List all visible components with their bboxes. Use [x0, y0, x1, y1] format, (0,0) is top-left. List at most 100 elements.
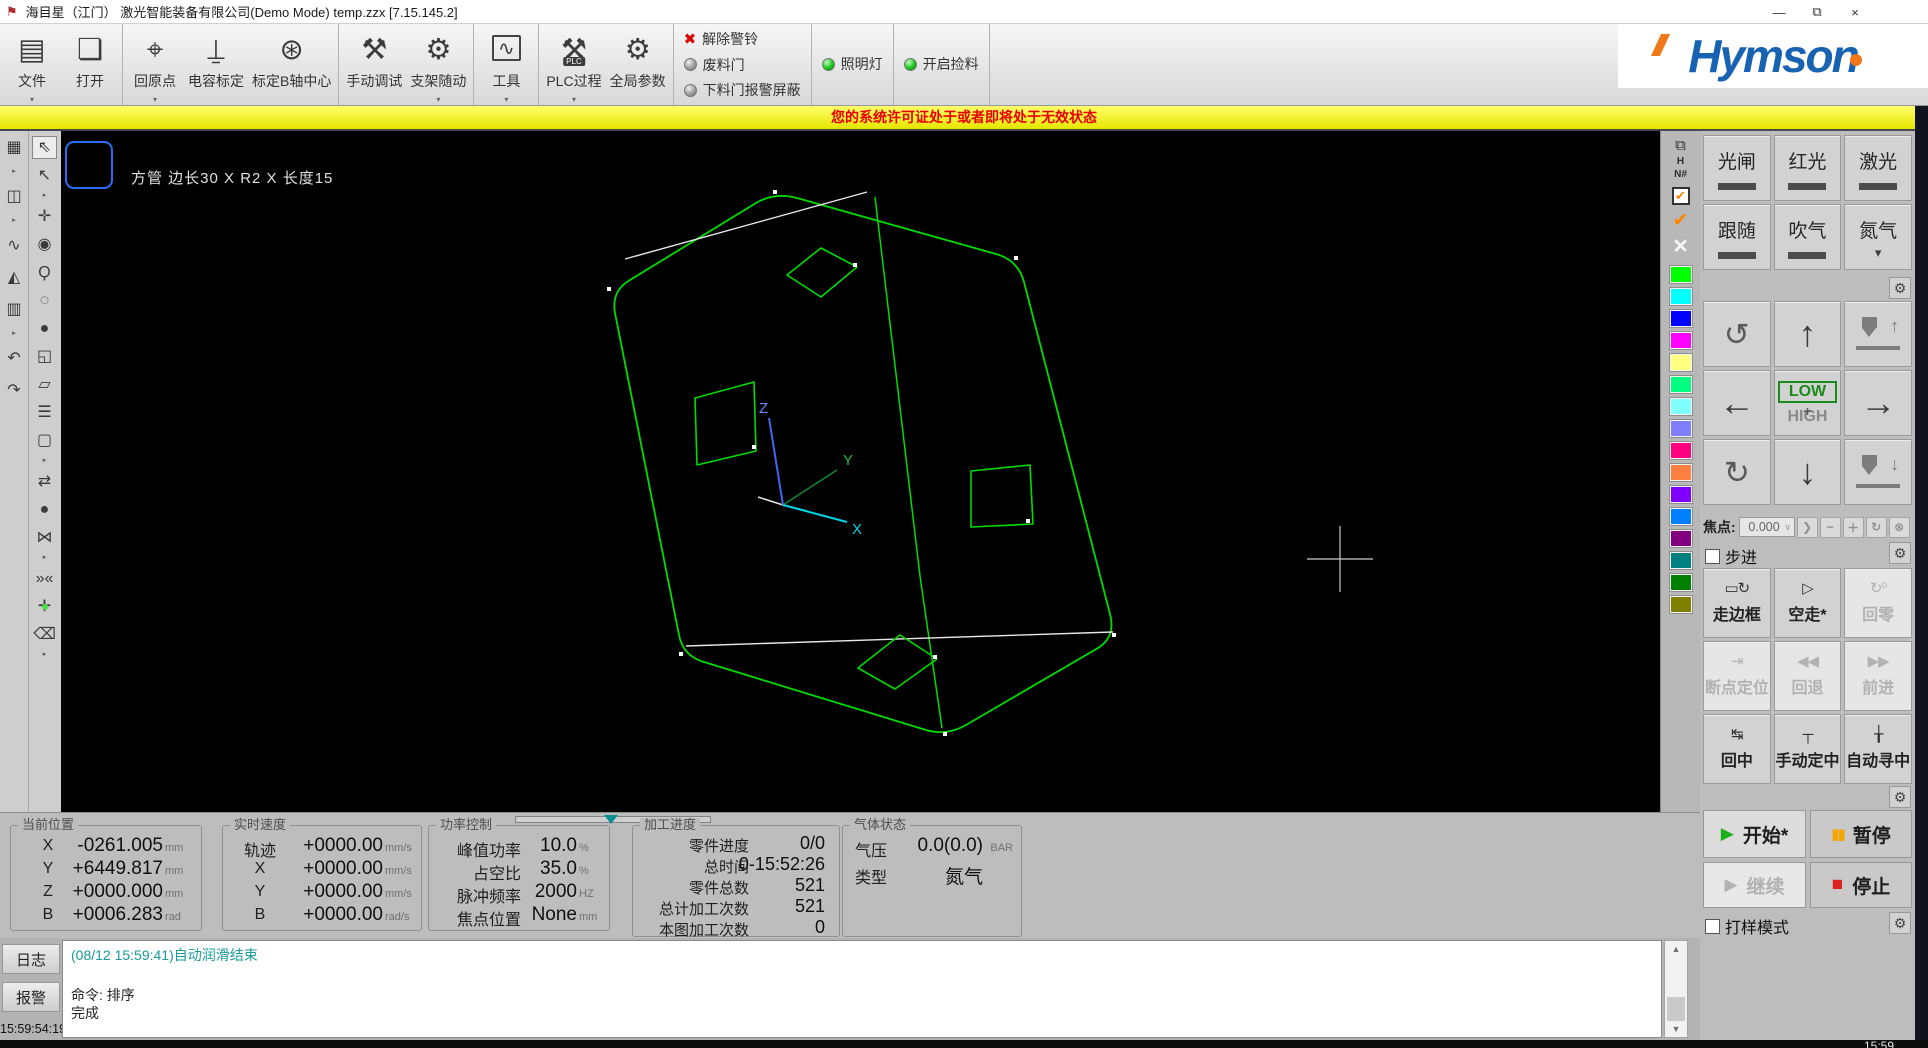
waste-door-toggle[interactable]: 废料门 [684, 55, 801, 75]
step-back-button[interactable]: ◀◀ 回退 [1774, 641, 1842, 711]
breakpoint-locate-button[interactable]: ⇥ 断点定位 [1703, 641, 1771, 711]
b-axis-center-button[interactable]: ⊛ 标定B轴中心 [252, 27, 331, 101]
manual-debug-button[interactable]: ⚒ 手动调试 [346, 27, 402, 101]
tools-button[interactable]: ∿ 工具 ▾ [481, 27, 531, 101]
color-swatch[interactable] [1670, 376, 1692, 393]
sort-n-icon[interactable]: N# [1674, 168, 1687, 181]
tool-sequence-frame[interactable]: ▱ [32, 373, 57, 396]
tool-caret[interactable]: ▸ [43, 651, 47, 659]
tool-pattern-grid[interactable]: ▦ [2, 136, 27, 159]
jog-z-up-button[interactable]: ↑ [1844, 301, 1912, 367]
tool-select[interactable]: ⇖ [32, 136, 57, 159]
jog-rotate-plus-button[interactable]: ↺ + [1703, 301, 1771, 367]
tool-mirror[interactable]: ⋈ [32, 526, 57, 549]
tool-circle-filled[interactable]: ● [32, 317, 57, 340]
tool-caret[interactable]: ▸ [43, 457, 47, 465]
manual-center-button[interactable]: ┬ 手动定中 [1774, 714, 1842, 784]
red-light-toggle-button[interactable]: 红光 [1774, 135, 1842, 201]
tool-caret[interactable]: ▸ [43, 554, 47, 562]
tool-caret[interactable]: ▸ [12, 330, 16, 338]
tool-view-3d[interactable]: ◫ [2, 185, 27, 208]
step-forward-button[interactable]: ▶▶ 前进 [1844, 641, 1912, 711]
sample-mode-checkbox[interactable] [1705, 919, 1720, 934]
tool-fit-view[interactable]: ◱ [32, 345, 57, 368]
dismiss-alarm-toggle[interactable]: ✖ 解除警铃 [684, 29, 801, 49]
tool-zoom[interactable]: Ϙ [32, 261, 57, 284]
tool-measure[interactable]: ▥ [2, 298, 27, 321]
color-swatch[interactable] [1670, 442, 1692, 459]
color-swatch[interactable] [1670, 552, 1692, 569]
close-button[interactable]: × [1840, 1, 1870, 23]
tool-swap[interactable]: ⇄ [32, 470, 57, 493]
color-swatch[interactable] [1670, 420, 1692, 437]
jog-up-button[interactable]: ↑ [1774, 301, 1842, 367]
laser-toggle-button[interactable]: 激光 [1844, 135, 1912, 201]
color-swatch[interactable] [1670, 486, 1692, 503]
tool-caret[interactable]: ▸ [43, 192, 47, 200]
tool-dashes[interactable]: ☰ [32, 401, 57, 424]
color-swatch[interactable] [1670, 288, 1692, 305]
follow-toggle-button[interactable]: 跟随 [1703, 204, 1771, 270]
focus-value-combo[interactable]: 0.000 ∨ [1739, 517, 1795, 537]
dropdown-caret-icon[interactable]: ▾ [504, 95, 508, 104]
pick-material-toggle[interactable]: 开启捡料 [904, 54, 979, 74]
jog-left-button[interactable]: ← [1703, 370, 1771, 436]
color-swatch[interactable] [1670, 508, 1692, 525]
tool-pan[interactable]: ✛ [32, 205, 57, 228]
scroll-up-icon[interactable]: ▲ [1665, 944, 1687, 954]
layers-icon[interactable]: ⧉ [1675, 137, 1686, 155]
jog-z-down-button[interactable]: ↓ [1844, 439, 1912, 505]
color-swatch[interactable] [1670, 596, 1692, 613]
blow-air-toggle-button[interactable]: 吹气 [1774, 204, 1842, 270]
focus-plus-button[interactable]: ＋ [1843, 517, 1864, 538]
capacitance-calibration-button[interactable]: ⍊ 电容标定 [188, 27, 244, 101]
jog-down-button[interactable]: ↓ [1774, 439, 1842, 505]
progress-slider-marker[interactable] [604, 815, 618, 824]
sort-h-icon[interactable]: H [1677, 155, 1684, 168]
dropdown-caret-icon[interactable]: ▾ [572, 95, 576, 104]
start-button[interactable]: ▶ 开始* [1703, 810, 1806, 858]
layer-checkbox[interactable]: ✔ [1672, 187, 1690, 205]
tool-undo[interactable]: ↶ [2, 347, 27, 370]
focus-minus-button[interactable]: − [1820, 517, 1841, 538]
scrollbar-thumb[interactable] [1667, 997, 1685, 1021]
no-color-icon[interactable]: × [1673, 233, 1688, 261]
focus-reset-button[interactable]: ↻ [1866, 517, 1887, 538]
tool-move-origin[interactable]: ✛ [32, 595, 57, 618]
tool-curve[interactable]: ∿ [2, 234, 27, 257]
jog-settings-gear[interactable]: ⚙ [1889, 542, 1911, 564]
tool-view-eye[interactable]: ◉ [32, 233, 57, 256]
color-swatch[interactable] [1670, 354, 1692, 371]
resume-button[interactable]: ▶ 继续 [1703, 862, 1806, 908]
maximize-button[interactable]: ⧉ [1802, 1, 1832, 23]
color-swatch[interactable] [1670, 266, 1692, 283]
unload-door-alarm-mask-toggle[interactable]: 下料门报警屏蔽 [684, 80, 801, 100]
tool-caret[interactable]: ▸ [12, 217, 16, 225]
tab-alarm[interactable]: 报警 [2, 982, 60, 1012]
tool-align-center[interactable]: »« [32, 567, 57, 590]
jog-rotate-minus-button[interactable]: ↻ − [1703, 439, 1771, 505]
color-swatch[interactable] [1670, 574, 1692, 591]
dropdown-caret-icon[interactable]: ▾ [153, 95, 157, 104]
dropdown-caret-icon[interactable]: ▾ [436, 95, 440, 104]
scroll-down-icon[interactable]: ▼ [1665, 1024, 1687, 1034]
color-swatch[interactable] [1670, 310, 1692, 327]
log-content[interactable]: (08/12 15:59:41)自动润滑结束 命令: 排序 完成 [62, 940, 1662, 1038]
io-settings-gear[interactable]: ⚙ [1889, 277, 1911, 299]
tab-log[interactable]: 日志 [2, 944, 60, 974]
color-swatch[interactable] [1670, 332, 1692, 349]
apply-check-icon[interactable]: ✔ [1673, 209, 1689, 233]
file-button[interactable]: ▤ 文件 ▾ [7, 27, 57, 101]
auto-center-button[interactable]: ╁ 自动寻中 [1844, 714, 1912, 784]
tool-eraser[interactable]: ⌫ [32, 623, 57, 646]
tool-droplet[interactable]: ● [32, 498, 57, 521]
color-swatch[interactable] [1670, 464, 1692, 481]
dry-run-button[interactable]: ▷ 空走* [1774, 568, 1842, 638]
stop-button[interactable]: ■ 停止 [1810, 862, 1912, 908]
focus-cancel-button[interactable]: ⊗ [1889, 517, 1910, 538]
plc-process-button[interactable]: ⚒ PLC PLC过程 ▾ [546, 27, 601, 101]
home-origin-button[interactable]: ⌖ 回原点 ▾ [130, 27, 180, 101]
tool-circle-dashed[interactable]: ◌ [32, 289, 57, 312]
dropdown-caret-icon[interactable]: ▾ [30, 95, 34, 104]
return-zero-button[interactable]: ↻⁰ 回零 [1844, 568, 1912, 638]
